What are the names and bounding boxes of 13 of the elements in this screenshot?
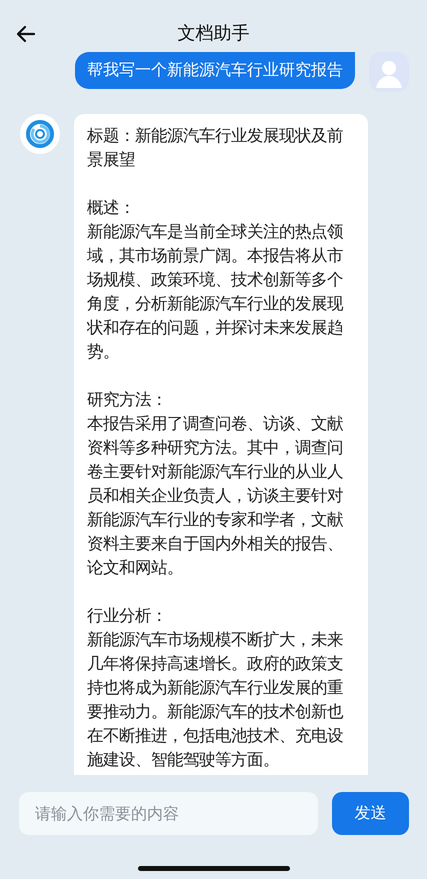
- report-title: 标题：新能源汽车行业发展现状及前景展望: [87, 125, 344, 171]
- section-heading: 概述：: [87, 197, 136, 219]
- assistant-logo-icon: [20, 114, 60, 154]
- section-heading: 研究方法：: [87, 389, 168, 411]
- section-heading: 行业分析：: [87, 605, 168, 627]
- window-title: 文档助手: [178, 22, 250, 45]
- section-text: 新能源汽车是当前全球关注的热点领域，其市场前景广阔。本报告将从市场规模、政策环境、技术创新等多个角度，分析新能源汽车行业的发展现状和存在的问题，并探讨未来发展趋势。: [87, 221, 344, 363]
- send-button[interactable]: 发送: [332, 792, 409, 834]
- section-text: 新能源汽车市场规模不断扩大，未来几年将保持高速增长。政府的政策支持也将成为新能源汽车行业发展的重要推动力。新能源汽车的技术创新也在不断推进，包括电池技术、充电设施建设、智能驾驶等方面。: [87, 629, 344, 771]
- section-text: 本报告采用了调查问卷、访谈、文献资料等多种研究方法。其中，调查问卷主要针对新能源汽车行业的从业人员和相关企业负责人，访谈主要针对新能源汽车行业的专家和学者，文献资料主要来自于国内外相关的报告、论文和网站。: [87, 413, 344, 579]
- user-avatar-icon: [369, 52, 409, 92]
- user-message: 帮我写一个新能源汽车行业研究报告: [75, 52, 355, 89]
- message-input-field[interactable]: 请输入你需要的内容: [19, 792, 318, 834]
